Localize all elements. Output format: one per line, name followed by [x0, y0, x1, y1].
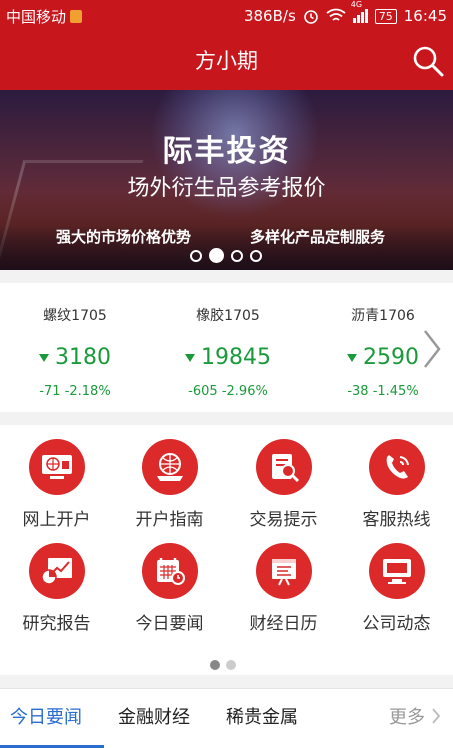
- more-button[interactable]: 更多: [389, 703, 441, 729]
- battery-level: 75: [378, 9, 393, 23]
- tab-precious-metals[interactable]: 稀贵金属: [226, 703, 298, 729]
- banner-title: 际丰投资: [162, 134, 291, 169]
- clock: 16:45: [403, 7, 447, 25]
- menu-label: 网上开户: [22, 510, 91, 530]
- status-bar: 中国移动 386B/s 4G 75 16:45: [0, 0, 453, 32]
- promo-banner[interactable]: 际丰投资 场外衍生品参考报价 强大的市场价格优势 多样化产品定制服务: [0, 90, 453, 270]
- menu-page-dot[interactable]: [226, 660, 236, 670]
- today-news-icon: [141, 543, 198, 599]
- banner-slogan-right: 多样化产品定制服务: [250, 228, 386, 246]
- more-label: 更多: [389, 707, 425, 728]
- tab-today-news[interactable]: 今日要闻: [10, 703, 82, 729]
- menu-label: 财经日历: [249, 614, 318, 634]
- banner-pagination: [190, 248, 262, 263]
- menu-label: 开户指南: [135, 510, 204, 530]
- banner-subtitle: 场外衍生品参考报价: [127, 176, 326, 201]
- quote-price-row: 19845: [158, 345, 298, 370]
- market-quotes: 螺纹1705 3180 -71 -2.18% 橡胶1705 19845 -605…: [0, 283, 453, 412]
- banner-dot-active[interactable]: [209, 248, 224, 263]
- tab-finance[interactable]: 金融财经: [118, 703, 190, 729]
- chevron-right-icon: [432, 708, 441, 724]
- quote-percent: -2.18%: [64, 384, 111, 399]
- account-guide-icon: [141, 439, 198, 495]
- trade-tips-icon: [255, 439, 312, 495]
- app-title: 方小期: [195, 49, 258, 73]
- menu-label: 研究报告: [22, 614, 91, 634]
- quote-price: 2590: [363, 345, 419, 370]
- quote-name: 螺纹1705: [43, 308, 107, 324]
- network-speed: 386B/s: [243, 7, 296, 25]
- service-menu: 网上开户 开户指南 交易提示 客服热线 研究报告 今日要闻 财经日历 公司动态: [0, 425, 453, 675]
- quote-change-row: -38 -1.45%: [313, 384, 453, 399]
- chevron-right-icon[interactable]: [421, 329, 443, 369]
- banner-slogan-left: 强大的市场价格优势: [56, 228, 192, 246]
- quote-percent: -1.45%: [372, 384, 419, 399]
- quote-price: 19845: [201, 345, 271, 370]
- menu-label: 交易提示: [249, 510, 318, 530]
- menu-label: 今日要闻: [135, 614, 204, 634]
- menu-online-account[interactable]: 网上开户: [0, 439, 113, 530]
- menu-finance-calendar[interactable]: 财经日历: [227, 543, 340, 634]
- menu-service-hotline[interactable]: 客服热线: [340, 439, 453, 530]
- service-hotline-icon: [368, 439, 425, 495]
- menu-research-report[interactable]: 研究报告: [0, 543, 113, 634]
- carrier-group: 中国移动: [6, 6, 83, 27]
- quote-change: -605: [188, 384, 218, 399]
- network-type: 4G: [350, 0, 363, 9]
- research-report-icon: [28, 543, 85, 599]
- search-icon[interactable]: [411, 44, 445, 78]
- company-news-icon: [368, 543, 425, 599]
- wifi-icon: [326, 8, 346, 21]
- banner-dot[interactable]: [231, 249, 243, 262]
- banner-dot[interactable]: [250, 249, 262, 262]
- status-right: 386B/s 4G 75 16:45: [243, 0, 447, 25]
- alarm-icon: [303, 10, 318, 24]
- menu-pagination: [210, 660, 236, 670]
- quote-item[interactable]: 螺纹1705 3180 -71 -2.18%: [5, 283, 145, 399]
- menu-page-dot-active[interactable]: [210, 660, 220, 670]
- menu-today-news[interactable]: 今日要闻: [113, 543, 226, 634]
- quote-change-row: -71 -2.18%: [5, 384, 145, 399]
- news-tabs: 今日要闻 金融财经 稀贵金属 更多: [0, 688, 453, 748]
- down-arrow-icon: [39, 353, 49, 362]
- finance-calendar-icon: [255, 543, 312, 599]
- quote-change: -38: [347, 384, 369, 399]
- quote-percent: -2.96%: [221, 384, 268, 399]
- signal-icon: 4G: [351, 0, 368, 23]
- online-account-icon: [28, 439, 85, 495]
- quote-name: 沥青1706: [351, 308, 415, 324]
- menu-company-news[interactable]: 公司动态: [340, 543, 453, 634]
- menu-account-guide[interactable]: 开户指南: [113, 439, 226, 530]
- quote-change-row: -605 -2.96%: [158, 384, 298, 399]
- quote-item[interactable]: 橡胶1705 19845 -605 -2.96%: [158, 283, 298, 399]
- banner-dot[interactable]: [190, 249, 202, 262]
- menu-trade-tips[interactable]: 交易提示: [227, 439, 340, 530]
- menu-label: 公司动态: [362, 614, 431, 634]
- app-header: 方小期: [0, 32, 453, 90]
- down-arrow-icon: [347, 353, 357, 362]
- sim-lock-icon: [70, 9, 83, 23]
- quote-change: -71: [39, 384, 61, 399]
- carrier-name: 中国移动: [6, 7, 67, 26]
- battery-icon: 75: [374, 8, 397, 24]
- menu-label: 客服热线: [362, 510, 431, 530]
- quote-price: 3180: [55, 345, 111, 370]
- quote-price-row: 3180: [5, 345, 145, 370]
- quote-name: 橡胶1705: [196, 308, 260, 324]
- down-arrow-icon: [185, 353, 195, 362]
